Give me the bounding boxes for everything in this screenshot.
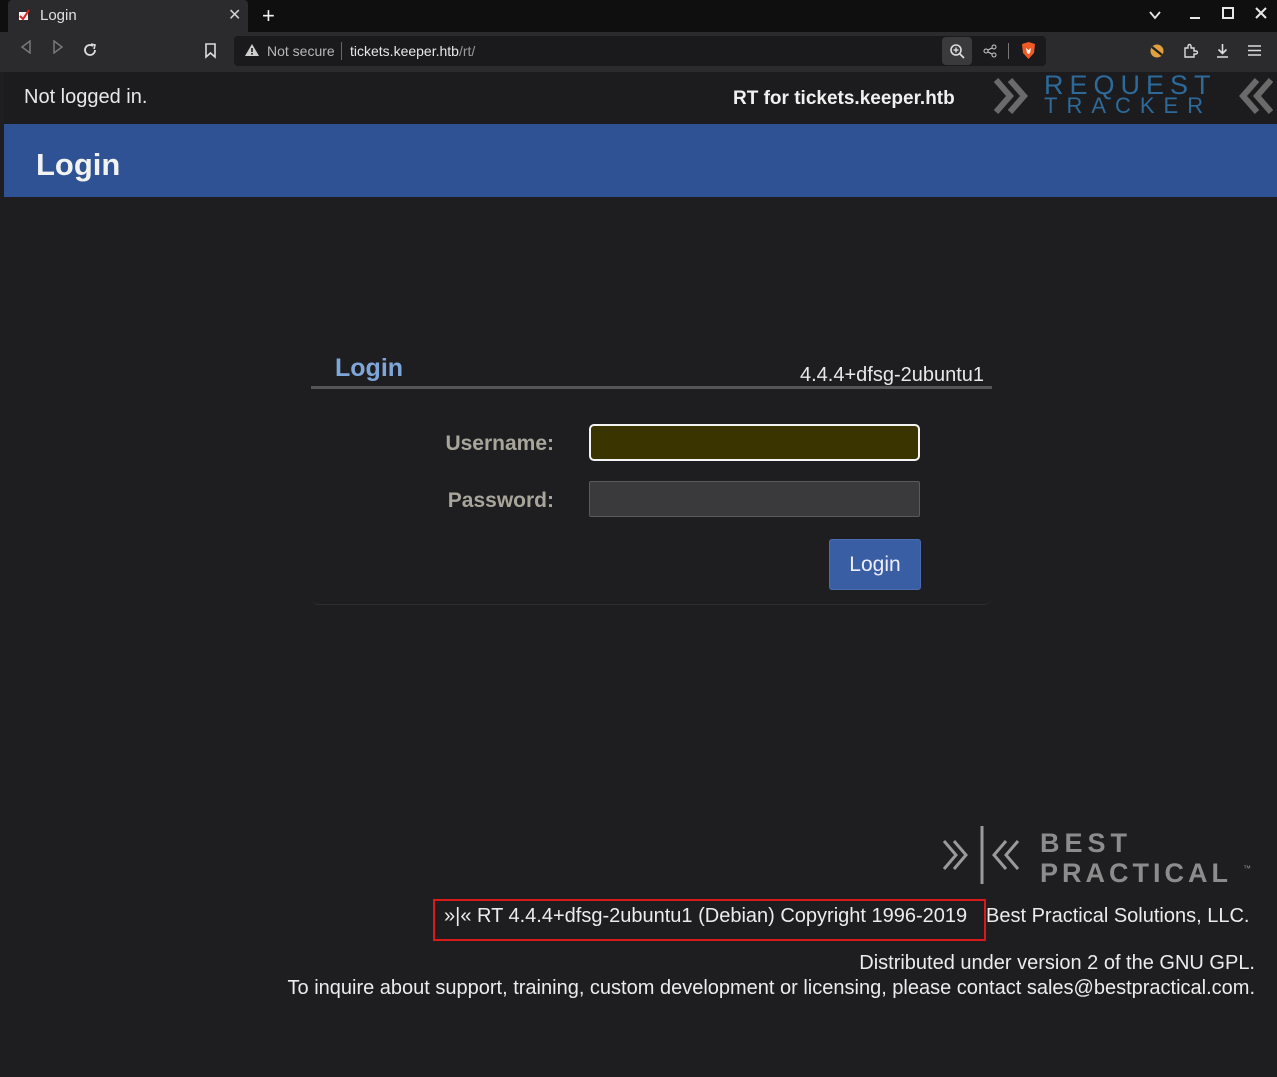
zoom-button[interactable]	[942, 37, 972, 65]
username-field[interactable]	[589, 424, 920, 461]
tab-title: Login	[40, 7, 77, 24]
request-tracker-chevron-icon[interactable]	[994, 74, 1038, 118]
footer-company-link[interactable]: Best Practical Solutions, LLC.	[986, 905, 1249, 928]
rt-favicon-icon	[19, 9, 30, 21]
page-title: Login	[36, 147, 121, 182]
browser-tab[interactable]: Login ✕	[8, 0, 248, 32]
login-box-title: Login	[335, 354, 404, 382]
downloads-icon[interactable]	[1215, 43, 1230, 59]
footer-inquire: To inquire about support, training, cust…	[287, 977, 1255, 999]
warning-icon[interactable]	[244, 43, 260, 57]
username-label: Username:	[445, 432, 554, 455]
tab-list-chevron-icon[interactable]	[1149, 9, 1161, 21]
password-label: Password:	[447, 489, 554, 512]
best-practical-logo-icon[interactable]	[942, 823, 1022, 887]
url-text[interactable]: tickets.keeper.htb/rt/	[350, 43, 475, 59]
login-status: Not logged in.	[24, 86, 148, 108]
url-host: tickets.keeper.htb	[350, 43, 459, 59]
back-icon[interactable]	[19, 40, 33, 54]
not-secure-label[interactable]: Not secure	[267, 43, 335, 59]
rt-instance-name: RT for tickets.keeper.htb	[733, 88, 955, 109]
forward-icon[interactable]	[51, 40, 65, 54]
menu-icon[interactable]	[1247, 44, 1262, 57]
brave-shield-icon[interactable]	[1020, 41, 1037, 60]
toolbar-divider	[1008, 43, 1009, 59]
address-divider	[341, 42, 342, 60]
minimize-icon[interactable]	[1189, 8, 1201, 20]
footer-copyright: »|« RT 4.4.4+dfsg-2ubuntu1 (Debian) Copy…	[444, 905, 968, 927]
tab-close-icon[interactable]: ✕	[228, 5, 241, 25]
page-header	[4, 124, 1277, 197]
new-tab-icon[interactable]: +	[262, 3, 275, 29]
footer-license: Distributed under version 2 of the GNU G…	[859, 952, 1255, 974]
password-field[interactable]	[589, 481, 920, 517]
request-tracker-chevron-left-icon	[1239, 78, 1273, 114]
reload-icon[interactable]	[82, 42, 98, 58]
url-path: /rt/	[458, 43, 476, 59]
window-close-icon[interactable]	[1255, 7, 1267, 19]
bookmark-icon[interactable]	[204, 43, 217, 59]
login-box-version: 4.4.4+dfsg-2ubuntu1	[800, 364, 985, 386]
share-icon[interactable]	[983, 44, 997, 58]
zoom-icon	[950, 44, 965, 59]
bp-logo-practical[interactable]: PRACTICAL	[1040, 858, 1232, 889]
bp-logo-best[interactable]: BEST	[1040, 828, 1132, 859]
extensions-icon[interactable]	[1182, 43, 1198, 59]
maximize-icon[interactable]	[1222, 7, 1234, 19]
rewards-icon[interactable]	[1149, 43, 1165, 59]
login-button[interactable]: Login	[829, 539, 921, 590]
logo-tracker[interactable]: TRACKER	[1044, 95, 1212, 117]
bp-logo-trademark: ™	[1243, 864, 1251, 873]
